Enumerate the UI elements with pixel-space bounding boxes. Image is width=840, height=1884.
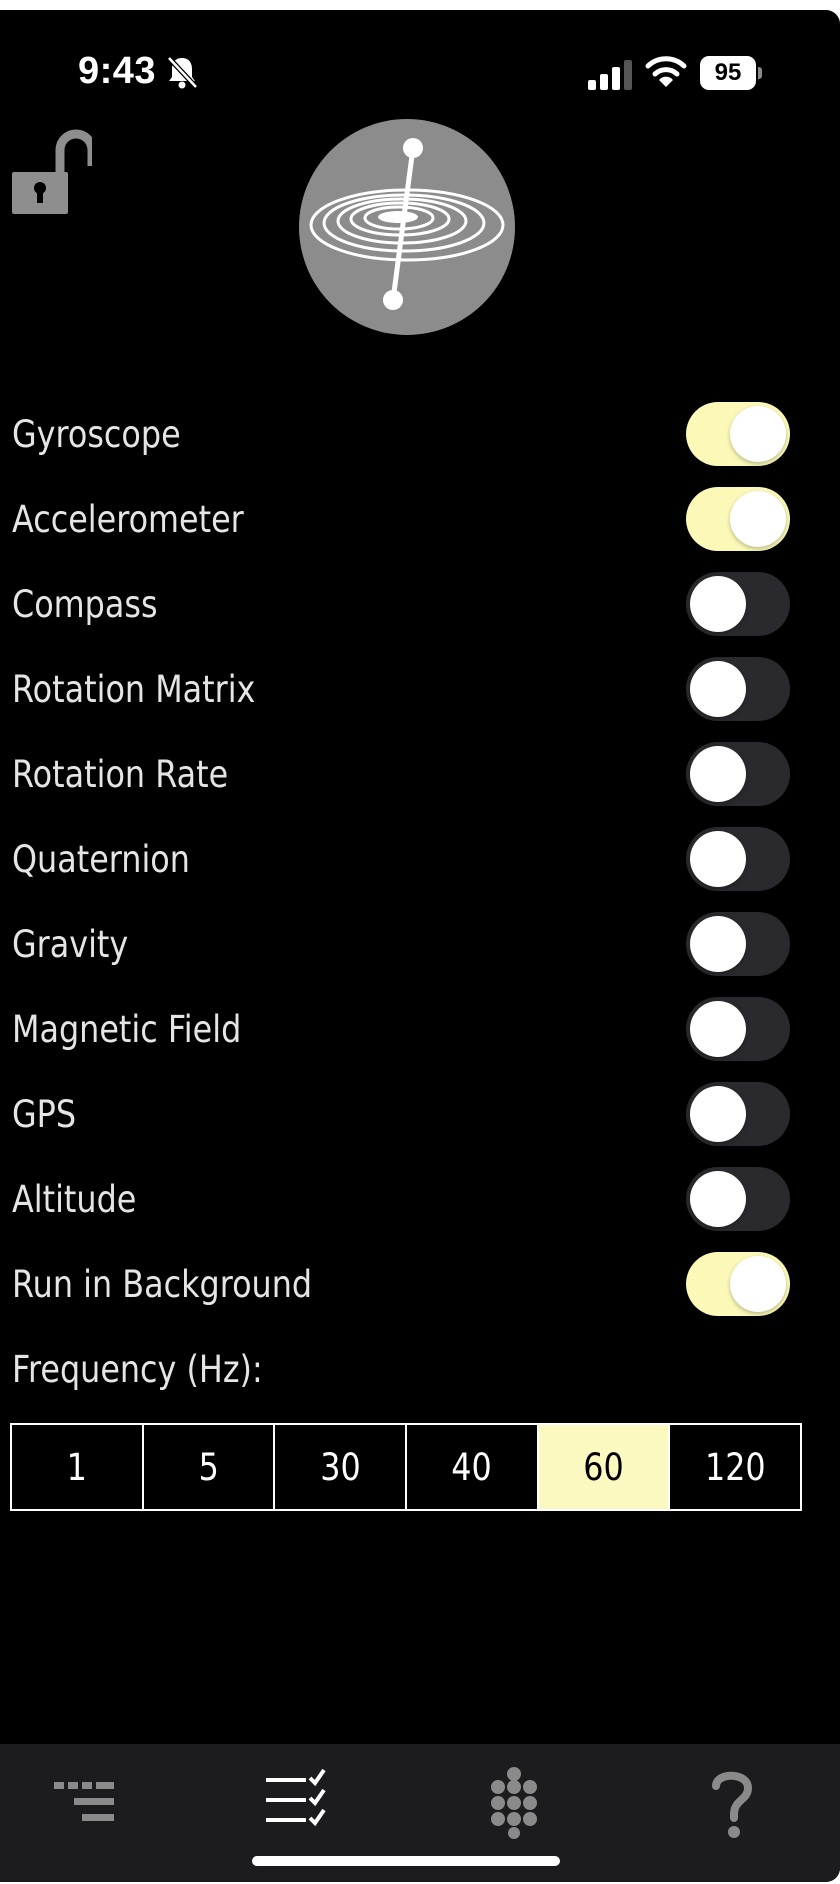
rotation-matrix-toggle[interactable] [686,657,790,721]
setting-label: Gyroscope [12,413,181,456]
frequency-option-1[interactable]: 1 [12,1425,144,1509]
frequency-option-30[interactable]: 30 [275,1425,408,1509]
rotation-rate-toggle[interactable] [686,742,790,806]
frequency-option-40[interactable]: 40 [407,1425,539,1509]
setting-label: Magnetic Field [12,1008,242,1051]
setting-row-gps: GPS [0,1072,840,1157]
setting-label: Accelerometer [12,498,244,541]
run-in-background-toggle[interactable] [686,1252,790,1316]
app-screen: 9:43 95 Gyroscope Accelerometer Compass … [0,10,840,1882]
toggle-knob [690,576,746,632]
gyroscope-toggle[interactable] [686,402,790,466]
battery-tip [758,67,762,79]
frequency-option-label: 120 [704,1445,766,1489]
setting-row-compass: Compass [0,562,840,647]
setting-row-magnetic-field: Magnetic Field [0,987,840,1072]
toggle-knob [730,491,786,547]
quaternion-toggle[interactable] [686,827,790,891]
gyroscope-logo-icon [299,119,515,335]
setting-row-rotation-rate: Rotation Rate [0,732,840,817]
wifi-icon [645,56,687,87]
toggle-knob [690,1086,746,1142]
frequency-option-label: 30 [319,1445,361,1489]
gps-toggle[interactable] [686,1082,790,1146]
setting-row-run-in-background: Run in Background [0,1242,840,1327]
frequency-option-label: 40 [451,1445,493,1489]
cellular-signal-icon [588,60,632,90]
unlocked-padlock-icon[interactable] [12,128,92,214]
toggle-knob [690,661,746,717]
setting-row-quaternion: Quaternion [0,817,840,902]
data-lines-icon[interactable] [44,1762,124,1842]
dot-grid-icon[interactable] [474,1762,554,1842]
toggle-knob [690,746,746,802]
setting-label: Run in Background [12,1263,313,1306]
compass-toggle[interactable] [686,572,790,636]
checklist-icon[interactable] [258,1762,338,1842]
toggle-knob [690,831,746,887]
setting-label: Compass [12,583,158,626]
altitude-toggle[interactable] [686,1167,790,1231]
setting-row-gravity: Gravity [0,902,840,987]
frequency-option-label: 5 [198,1445,219,1489]
setting-label: Altitude [12,1178,137,1221]
bell-off-icon [167,56,198,89]
toggle-knob [690,916,746,972]
frequency-option-120[interactable]: 120 [670,1425,800,1509]
accelerometer-toggle[interactable] [686,487,790,551]
home-indicator [252,1856,560,1866]
setting-label: Rotation Rate [12,753,229,796]
gravity-toggle[interactable] [686,912,790,976]
help-question-icon[interactable] [692,1762,772,1842]
status-bar: 9:43 95 [0,10,840,130]
setting-row-gyroscope: Gyroscope [0,392,840,477]
frequency-label: Frequency (Hz): [12,1348,263,1391]
setting-label: Gravity [12,923,129,966]
setting-label: Rotation Matrix [12,668,256,711]
setting-label: Quaternion [12,838,190,881]
toggle-knob [690,1001,746,1057]
frequency-option-label: 60 [583,1445,624,1489]
battery-level: 95 [700,56,756,90]
setting-row-altitude: Altitude [0,1157,840,1242]
frequency-option-60[interactable]: 60 [538,1425,671,1509]
frequency-option-label: 1 [66,1445,87,1489]
setting-row-rotation-matrix: Rotation Matrix [0,647,840,732]
setting-row-accelerometer: Accelerometer [0,477,840,562]
toggle-knob [730,1256,786,1312]
magnetic-field-toggle[interactable] [686,997,790,1061]
frequency-option-5[interactable]: 5 [144,1425,276,1509]
toggle-knob [690,1171,746,1227]
status-time: 9:43 [78,50,157,92]
setting-label: GPS [12,1093,77,1136]
toggle-knob [730,406,786,462]
frequency-segmented-control: 1 5 30 40 60 120 [10,1423,802,1511]
battery-icon: 95 [700,56,762,90]
